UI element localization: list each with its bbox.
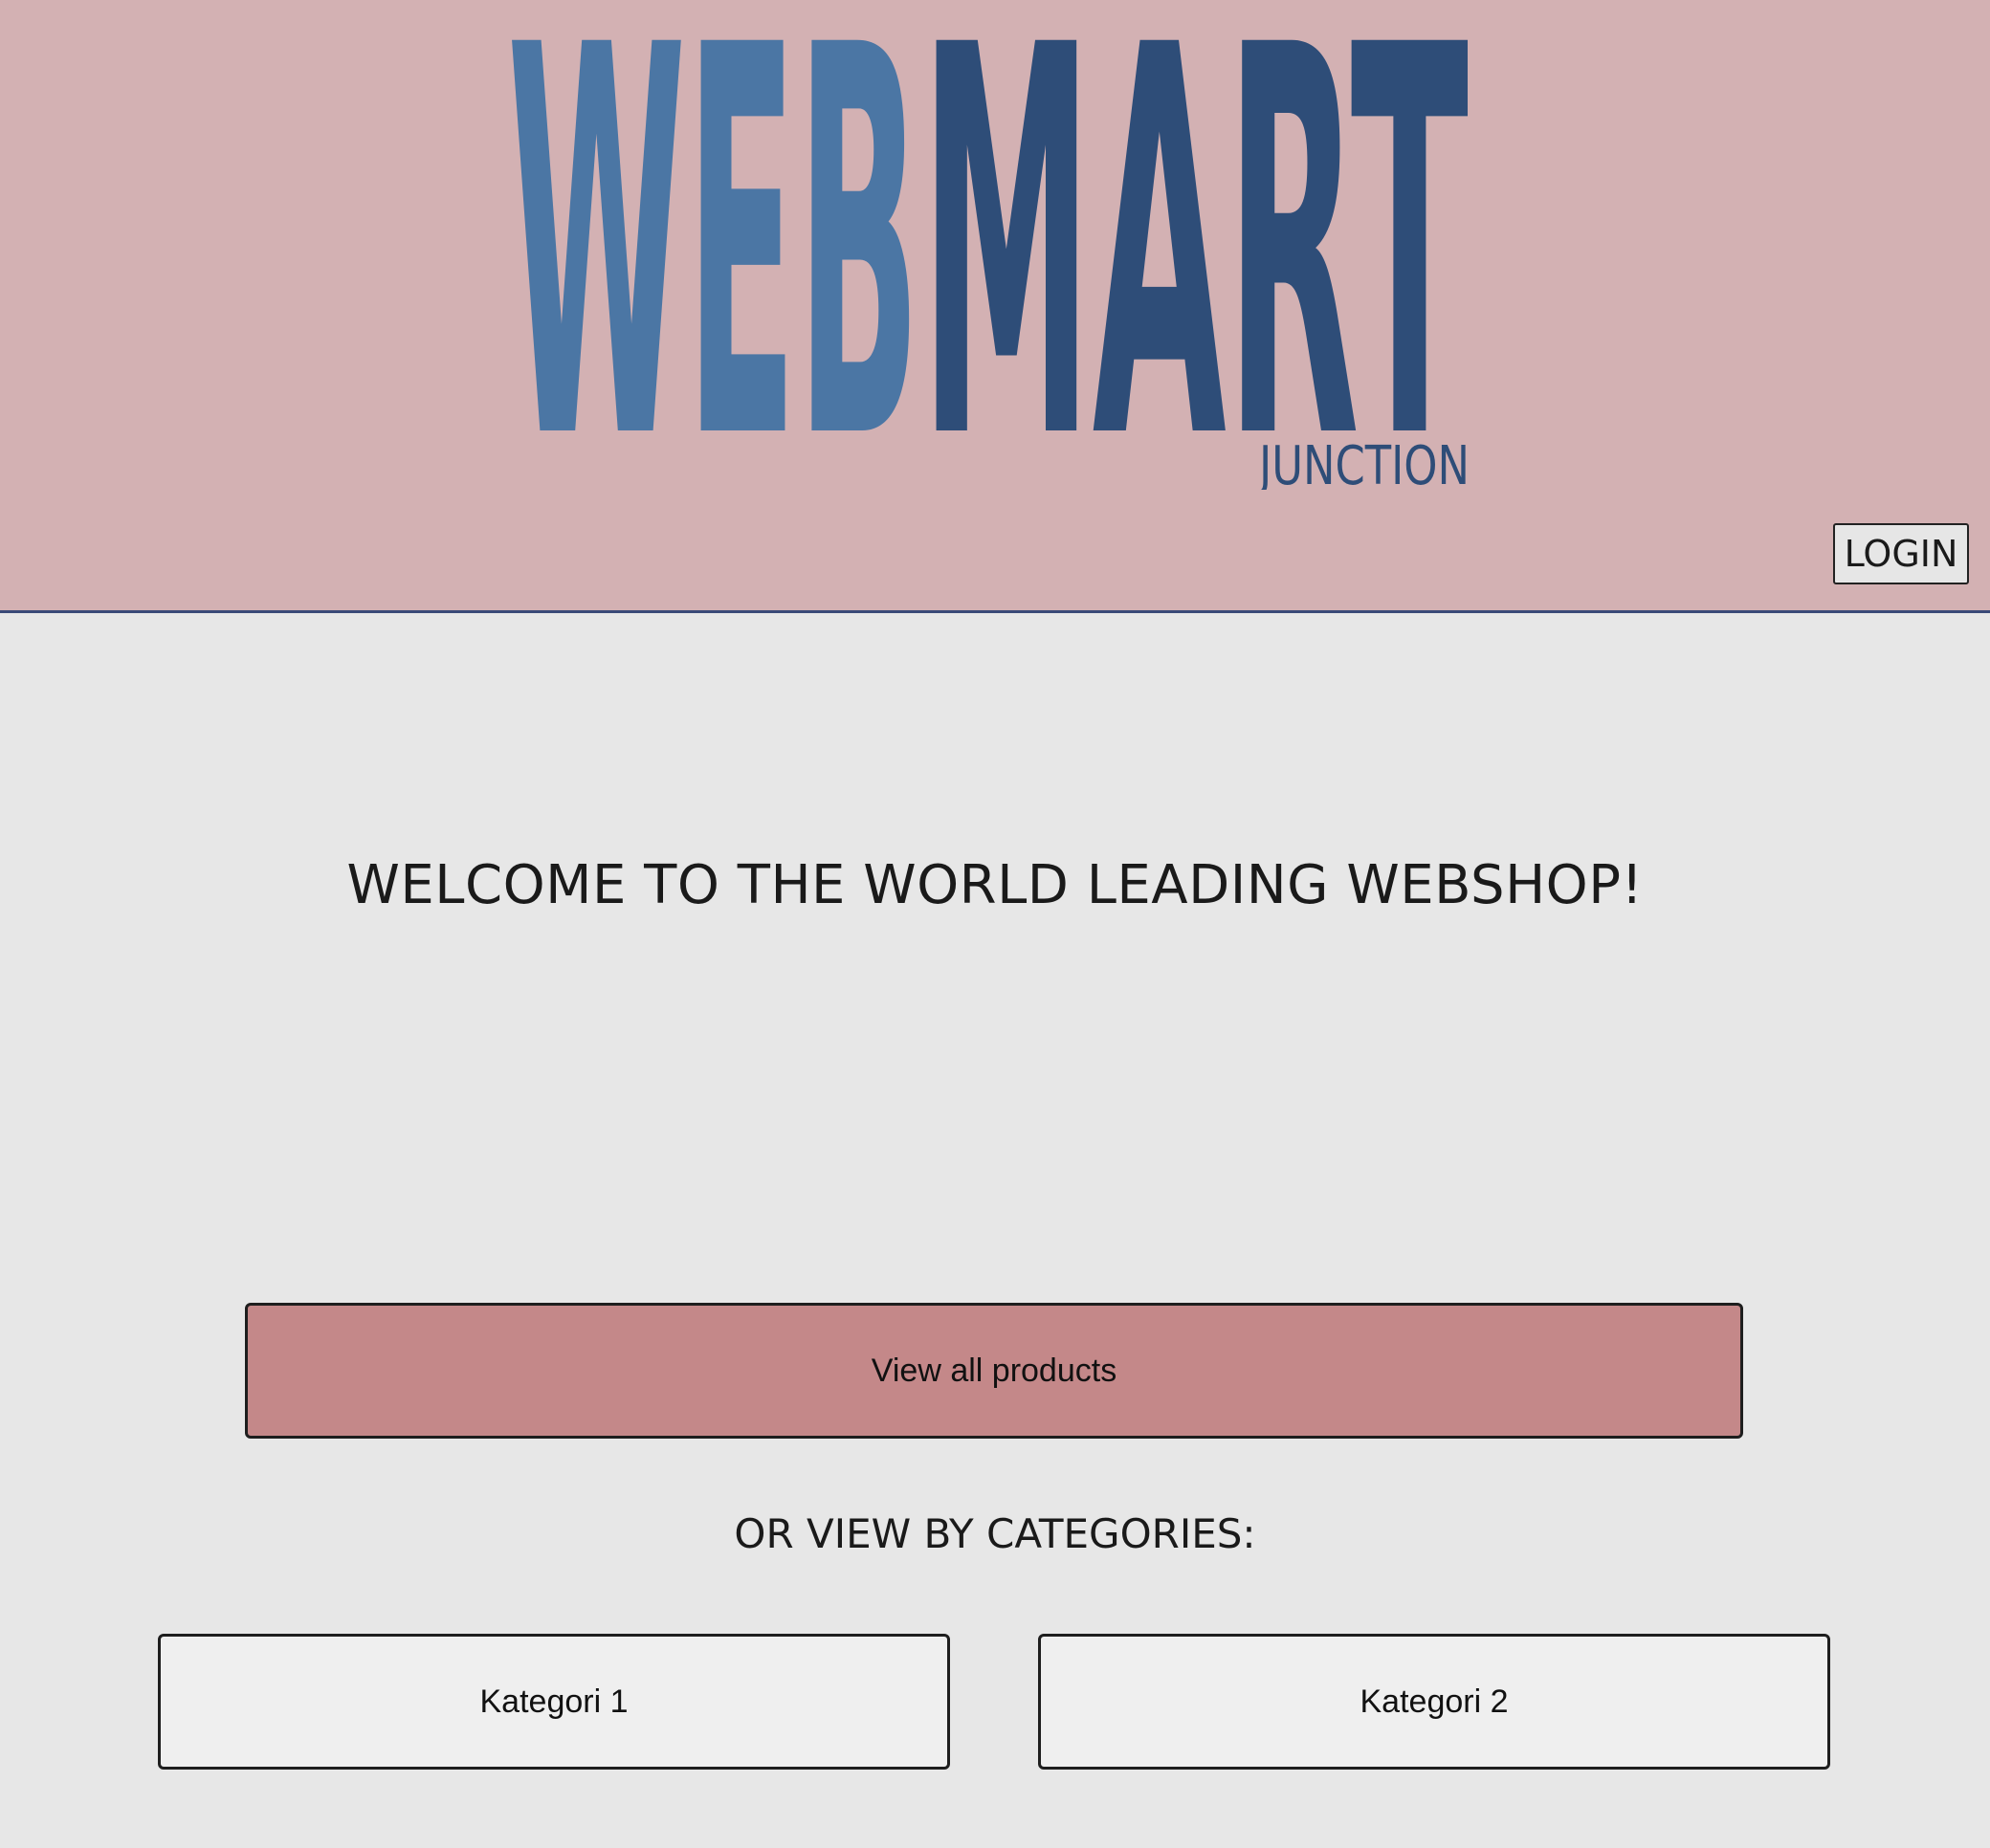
- welcome-heading: WELCOME TO THE WORLD LEADING WEBSHOP!: [346, 854, 1644, 916]
- categories-heading: OR VIEW BY CATEGORIES:: [734, 1510, 1256, 1557]
- webmart-logo[interactable]: WEB MART JUNCTION: [507, 21, 1483, 490]
- view-all-products-button[interactable]: View all products: [245, 1303, 1743, 1439]
- category-button-2[interactable]: Kategori 2: [1038, 1634, 1830, 1770]
- login-button[interactable]: LOGIN: [1833, 523, 1969, 584]
- logo-web-text: WEB: [507, 21, 920, 490]
- logo-mart-text: MART: [920, 21, 1469, 490]
- category-button-1[interactable]: Kategori 1: [158, 1634, 950, 1770]
- site-header: WEB MART JUNCTION LOGIN: [0, 0, 1990, 613]
- logo-junction-text: JUNCTION: [1256, 435, 1470, 490]
